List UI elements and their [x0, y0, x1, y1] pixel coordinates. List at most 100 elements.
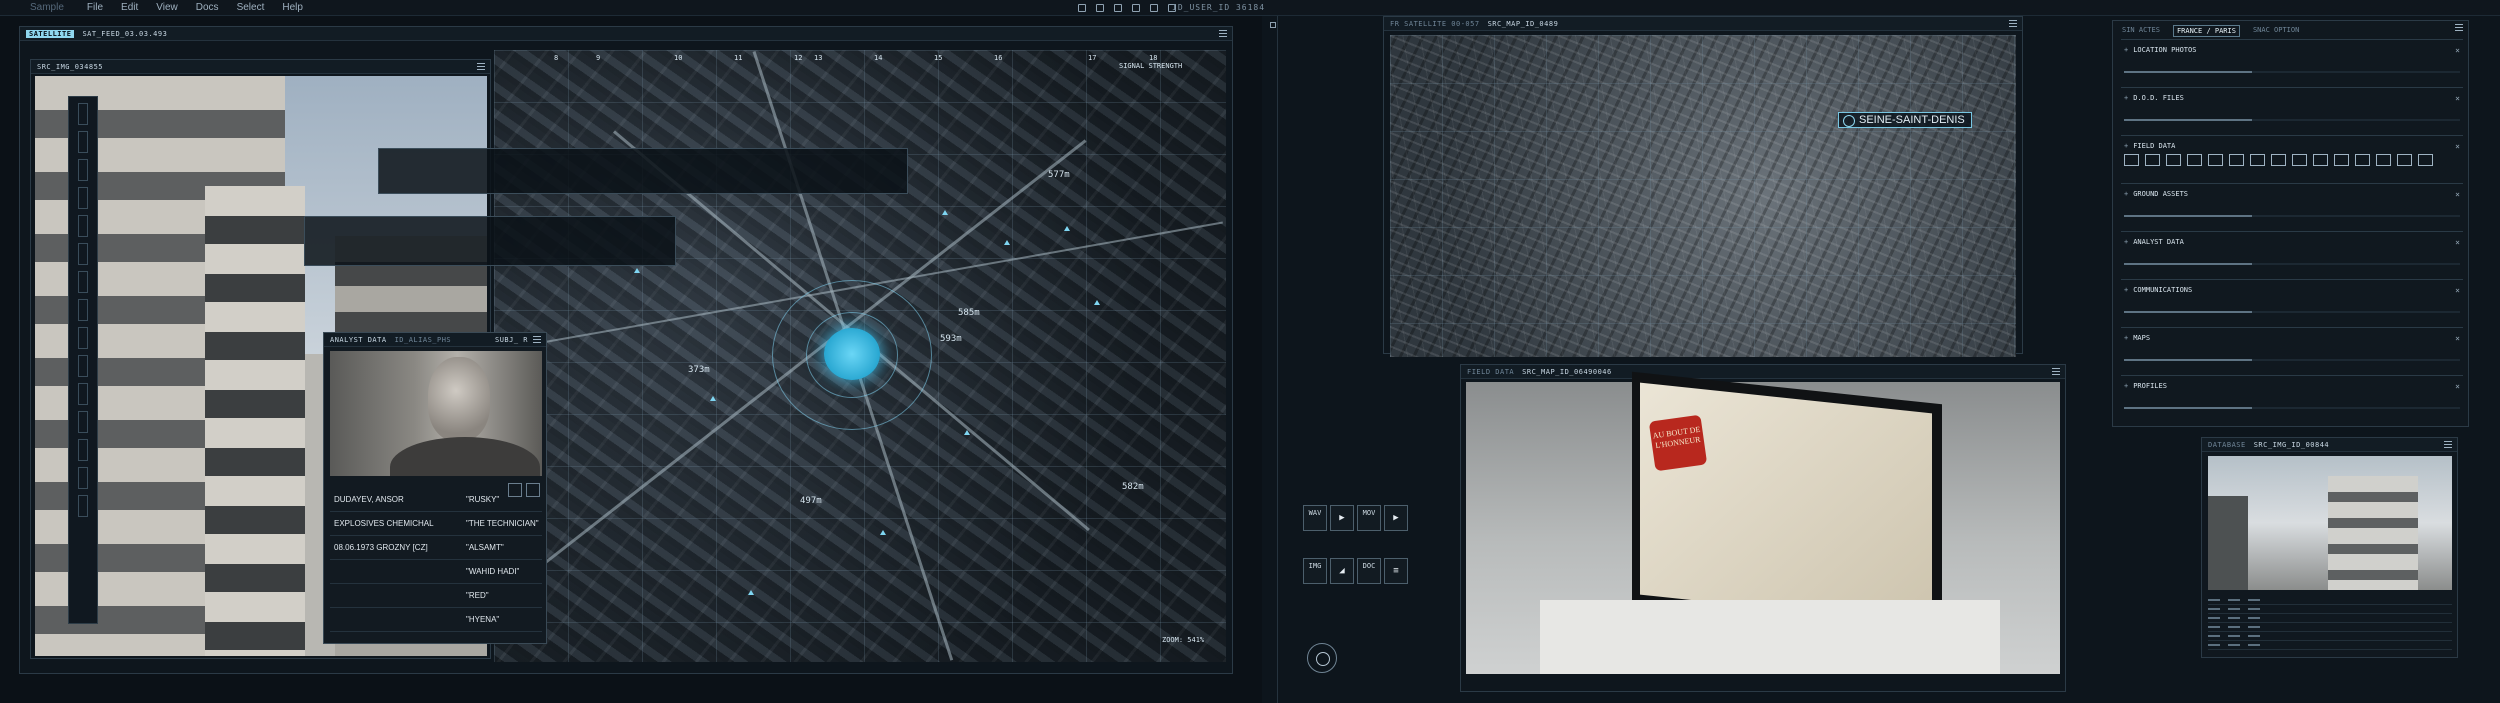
- wav-button[interactable]: WAV: [1303, 505, 1327, 531]
- wifi-icon[interactable]: [1132, 3, 1140, 12]
- asset-marker[interactable]: [1064, 226, 1070, 231]
- thumbnail-icon[interactable]: [2292, 154, 2307, 166]
- thumbnail-icon[interactable]: [2313, 154, 2328, 166]
- thumbnail-icon[interactable]: [2145, 154, 2160, 166]
- screen-icon[interactable]: [1096, 3, 1104, 12]
- thumbnail-icon[interactable]: [2166, 154, 2181, 166]
- menu-help[interactable]: Help: [273, 2, 312, 13]
- tool-icon[interactable]: [78, 327, 88, 349]
- play-icon[interactable]: ▶: [1384, 505, 1408, 531]
- asset-marker[interactable]: [942, 210, 948, 215]
- menu-icon[interactable]: [2009, 20, 2017, 27]
- chat-icon[interactable]: [1078, 3, 1086, 12]
- tool-icon[interactable]: [78, 159, 88, 181]
- thumbnail-icon[interactable]: [2229, 154, 2244, 166]
- menu-file[interactable]: File: [78, 2, 112, 13]
- section-maps[interactable]: + MAPS ×: [2121, 327, 2463, 367]
- section-ground-assets[interactable]: + GROUND ASSETS ×: [2121, 183, 2463, 223]
- table-row[interactable]: [2208, 614, 2452, 623]
- satellite-map[interactable]: SIGNAL STRENGTH ZOOM: 541% 8 9 10 11 12 …: [494, 50, 1226, 662]
- table-row[interactable]: [2208, 641, 2452, 650]
- menu-select[interactable]: Select: [228, 2, 274, 13]
- asset-marker[interactable]: [748, 590, 754, 595]
- field-data-titlebar[interactable]: FIELD DATA SRC_MAP_ID_06490046: [1461, 365, 2065, 379]
- tool-icon[interactable]: [78, 131, 88, 153]
- close-icon[interactable]: ×: [2455, 190, 2460, 199]
- data-overlay-box[interactable]: [378, 148, 908, 194]
- thumbnail-icon[interactable]: [2250, 154, 2265, 166]
- close-icon[interactable]: ×: [2455, 238, 2460, 247]
- tab-sin-actes[interactable]: SIN ACTES: [2119, 25, 2163, 37]
- section-communications[interactable]: + COMMUNICATIONS ×: [2121, 279, 2463, 319]
- menu-icon[interactable]: [2052, 368, 2060, 375]
- asset-marker[interactable]: [710, 396, 716, 401]
- asset-marker[interactable]: [1094, 300, 1100, 305]
- link-icon[interactable]: [1114, 3, 1122, 12]
- tool-icon[interactable]: [78, 411, 88, 433]
- menu-view[interactable]: View: [147, 2, 187, 13]
- satellite-window-titlebar[interactable]: SATELLITE SAT_FEED_03.03.493: [20, 27, 1232, 41]
- photo-window-titlebar[interactable]: SRC_IMG_034855: [31, 60, 490, 74]
- menu-icon[interactable]: [1219, 30, 1227, 37]
- image-icon[interactable]: ◢: [1330, 558, 1354, 584]
- close-icon[interactable]: ×: [2455, 334, 2460, 343]
- tool-icon[interactable]: [78, 439, 88, 461]
- table-row[interactable]: [2208, 623, 2452, 632]
- mov-button[interactable]: MOV: [1357, 505, 1381, 531]
- target-marker[interactable]: [824, 328, 880, 380]
- menu-icon[interactable]: [2444, 441, 2452, 448]
- asset-marker[interactable]: [964, 430, 970, 435]
- dock-handle-icon[interactable]: [1270, 22, 1276, 28]
- tool-icon[interactable]: [78, 383, 88, 405]
- table-row[interactable]: [2208, 596, 2452, 605]
- compass-icon[interactable]: [1307, 643, 1337, 673]
- tool-icon[interactable]: [78, 271, 88, 293]
- menu-icon[interactable]: [2455, 24, 2463, 31]
- menu-icon[interactable]: [533, 336, 541, 343]
- section-field-data[interactable]: + FIELD DATA ×: [2121, 135, 2463, 181]
- document-icon[interactable]: ≡: [1384, 558, 1408, 584]
- close-icon[interactable]: ×: [2455, 46, 2460, 55]
- thumbnail-icon[interactable]: [2397, 154, 2412, 166]
- close-icon[interactable]: ×: [2455, 94, 2460, 103]
- asset-marker[interactable]: [880, 530, 886, 535]
- section-dod-files[interactable]: + D.O.D. FILES ×: [2121, 87, 2463, 127]
- section-analyst-data[interactable]: + ANALYST DATA ×: [2121, 231, 2463, 271]
- table-row[interactable]: [2208, 605, 2452, 614]
- thumbnail-icon[interactable]: [2187, 154, 2202, 166]
- thumbnail-icon[interactable]: [2376, 154, 2391, 166]
- play-icon[interactable]: ▶: [1330, 505, 1354, 531]
- section-profiles[interactable]: + PROFILES ×: [2121, 375, 2463, 415]
- tool-icon[interactable]: [78, 243, 88, 265]
- menu-edit[interactable]: Edit: [112, 2, 147, 13]
- thumbnail-icon[interactable]: [2208, 154, 2223, 166]
- tool-icon[interactable]: [78, 187, 88, 209]
- tool-icon[interactable]: [78, 103, 88, 125]
- asset-marker[interactable]: [634, 268, 640, 273]
- close-icon[interactable]: ×: [2455, 382, 2460, 391]
- thumbnail-icon[interactable]: [2271, 154, 2286, 166]
- tool-icon[interactable]: [78, 355, 88, 377]
- thumbnail-icon[interactable]: [2418, 154, 2433, 166]
- section-location-photos[interactable]: + LOCATION PHOTOS ×: [2121, 39, 2463, 79]
- table-row[interactable]: [2208, 632, 2452, 641]
- tab-france-paris[interactable]: FRANCE / PARIS: [2172, 25, 2240, 37]
- doc-button[interactable]: DOC: [1357, 558, 1381, 584]
- close-icon[interactable]: ×: [2455, 142, 2460, 151]
- tool-icon[interactable]: [78, 299, 88, 321]
- asset-marker[interactable]: [1004, 240, 1010, 245]
- thumbnail-icon[interactable]: [2355, 154, 2370, 166]
- tool-icon[interactable]: [78, 495, 88, 517]
- menu-docs[interactable]: Docs: [187, 2, 228, 13]
- analyst-window-titlebar[interactable]: ANALYST DATA ID_ALIAS_PHS SUBJ_ R: [324, 333, 546, 347]
- paris-satellite-map[interactable]: [1390, 35, 2016, 357]
- tool-icon[interactable]: [78, 467, 88, 489]
- close-icon[interactable]: ×: [2455, 286, 2460, 295]
- tool-icon[interactable]: [78, 215, 88, 237]
- fr-satellite-titlebar[interactable]: FR SATELLITE 00-057 SRC_MAP_ID_0489: [1384, 17, 2022, 31]
- place-label[interactable]: SEINE-SAINT-DENIS: [1838, 112, 1972, 128]
- gear-icon[interactable]: [1150, 3, 1158, 12]
- data-overlay-box[interactable]: [304, 216, 676, 266]
- thumbnail-icon[interactable]: [2124, 154, 2139, 166]
- tab-snac-option[interactable]: SNAC OPTION: [2250, 25, 2302, 37]
